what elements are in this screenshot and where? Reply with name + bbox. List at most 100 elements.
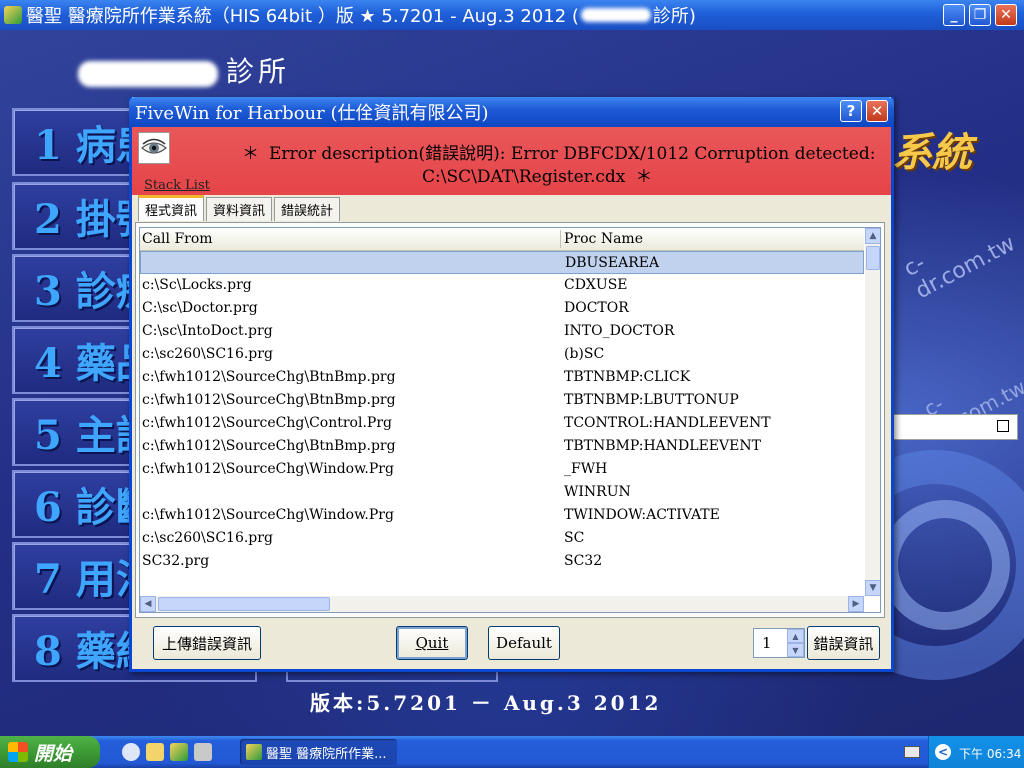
eye-icon	[138, 132, 170, 164]
system-title-graphic: 系統	[892, 129, 972, 176]
column-divider[interactable]	[560, 230, 561, 248]
stack-table: Call From Proc Name DBUSEAREA c:\Sc\Locks…	[139, 227, 881, 613]
horizontal-scroll-thumb[interactable]	[158, 597, 330, 611]
proc-name-cell: CDXUSE	[564, 277, 628, 293]
keyboard-icon[interactable]	[904, 746, 920, 758]
proc-name-cell: DOCTOR	[564, 300, 629, 316]
tab-program-info[interactable]: 程式資訊	[138, 195, 205, 221]
redacted-clinic-name	[580, 8, 651, 22]
proc-name-cell: SC32	[564, 553, 603, 569]
help-button[interactable]: ?	[840, 100, 862, 122]
proc-name-cell: SC	[564, 530, 585, 546]
column-header-call-from[interactable]: Call From	[142, 231, 213, 247]
quit-button-label: Quit	[415, 634, 449, 652]
proc-name-cell: TBTNBMP:CLICK	[564, 369, 691, 385]
table-row[interactable]: c:\fwh1012\SourceChg\Control.Prg TCONTROL…	[140, 412, 864, 435]
dialog-title-bar[interactable]: FiveWin for Harbour (仕佺資訊有限公司) ? ✕	[129, 97, 894, 127]
app-icon	[246, 744, 262, 760]
horizontal-scrollbar[interactable]: ◀ ▶	[140, 596, 864, 612]
call-from-cell: c:\Sc\Locks.prg	[142, 277, 252, 293]
tray-expand-icon[interactable]: <	[935, 744, 951, 760]
call-from-cell: c:\fwh1012\SourceChg\BtnBmp.prg	[142, 392, 396, 408]
tool-icon[interactable]	[194, 743, 212, 761]
app-title-suffix: 診所)	[652, 6, 696, 27]
start-label: 開始	[34, 742, 73, 765]
table-row[interactable]: WINRUN	[140, 481, 864, 504]
table-row[interactable]: C:\sc\Doctor.prg DOCTOR	[140, 297, 864, 320]
table-row[interactable]: c:\fwh1012\SourceChg\BtnBmp.prg TBTNBMP:L…	[140, 389, 864, 412]
app-close-button[interactable]: ✕	[995, 4, 1017, 26]
table-body: DBUSEAREA c:\Sc\Locks.prg CDXUSE C:\sc\Doct…	[140, 251, 864, 573]
proc-name-cell: _FWH	[564, 461, 608, 477]
proc-name-cell: TBTNBMP:HANDLEEVENT	[564, 438, 761, 454]
call-from-cell: c:\fwh1012\SourceChg\Control.Prg	[142, 415, 392, 431]
error-dialog: FiveWin for Harbour (仕佺資訊有限公司) ? ✕ ＊ Erro…	[129, 97, 894, 672]
tab-error-stats[interactable]: 錯誤統計	[274, 197, 341, 221]
maximize-button[interactable]: ❐	[969, 4, 991, 26]
table-header: Call From Proc Name	[140, 228, 864, 251]
call-from-cell: c:\fwh1012\SourceChg\BtnBmp.prg	[142, 438, 396, 454]
table-row[interactable]: c:\Sc\Locks.prg CDXUSE	[140, 274, 864, 297]
scroll-down-icon[interactable]: ▼	[865, 580, 880, 596]
vertical-scroll-thumb[interactable]	[866, 246, 880, 270]
error-info-button[interactable]: 錯誤資訊	[807, 626, 880, 660]
app-title-bar[interactable]: 醫聖 醫療院所作業系統（HIS 64bit ）版 ★ 5.7201 - Aug.…	[0, 0, 1024, 30]
proc-name-cell: TWINDOW:ACTIVATE	[564, 507, 720, 523]
taskbar-item-app[interactable]: 醫聖 醫療院所作業...	[240, 739, 397, 765]
app-shortcut-icon[interactable]	[170, 743, 188, 761]
spin-up-icon[interactable]: ▲	[787, 629, 804, 643]
error-description-text: Error description(錯誤說明): Error DBFCDX/10…	[269, 144, 876, 164]
table-row[interactable]: c:\fwh1012\SourceChg\BtnBmp.prg TBTNBMP:C…	[140, 366, 864, 389]
call-from-cell: c:\fwh1012\SourceChg\BtnBmp.prg	[142, 369, 396, 385]
minimize-button[interactable]: _	[943, 4, 965, 26]
dialog-close-button[interactable]: ✕	[866, 100, 888, 122]
page-spinner[interactable]: 1 ▲ ▼	[753, 628, 805, 658]
table-row[interactable]: c:\sc260\SC16.prg SC	[140, 527, 864, 550]
browser-icon[interactable]	[122, 743, 140, 761]
column-header-proc-name[interactable]: Proc Name	[564, 231, 643, 247]
spinner-value[interactable]: 1	[762, 634, 772, 652]
checkbox-icon[interactable]	[997, 420, 1009, 432]
watermark-url: c-dr.com.tw	[900, 231, 1020, 305]
app-icon	[4, 6, 22, 24]
call-from-cell: c:\sc260\SC16.prg	[142, 530, 273, 546]
clinic-suffix: 診所	[226, 55, 291, 88]
version-label: 版本:5.7201 － Aug.3 2012	[310, 691, 662, 715]
tab-data-info[interactable]: 資料資訊	[206, 197, 273, 221]
star-icon: ＊	[242, 144, 259, 164]
spin-down-icon[interactable]: ▼	[787, 643, 804, 657]
redacted-clinic-name	[78, 60, 218, 87]
vertical-scrollbar[interactable]: ▲ ▼	[865, 228, 880, 596]
side-panel-field[interactable]	[893, 414, 1018, 440]
error-header: ＊ Error description(錯誤說明): Error DBFCDX/1…	[132, 127, 891, 195]
start-button[interactable]: 開始	[0, 736, 100, 768]
table-row[interactable]: DBUSEAREA	[140, 251, 864, 274]
proc-name-cell: INTO_DOCTOR	[564, 323, 675, 339]
table-row[interactable]: SC32.prg SC32	[140, 550, 864, 573]
tab-panel: Call From Proc Name DBUSEAREA c:\Sc\Locks…	[135, 222, 885, 618]
table-row[interactable]: c:\sc260\SC16.prg (b)SC	[140, 343, 864, 366]
upload-error-button[interactable]: 上傳錯誤資訊	[153, 626, 261, 660]
default-button[interactable]: Default	[488, 626, 560, 660]
quit-button[interactable]: Quit	[396, 626, 468, 660]
table-row[interactable]: c:\fwh1012\SourceChg\Window.Prg _FWH	[140, 458, 864, 481]
error-file-path: C:\SC\DAT\Register.cdx ＊	[422, 162, 662, 187]
taskbar-item-label: 醫聖 醫療院所作業...	[266, 746, 387, 762]
system-tray: < 下午 06:34	[928, 736, 1024, 768]
clock[interactable]: 下午 06:34	[959, 745, 1021, 762]
table-row[interactable]: c:\fwh1012\SourceChg\BtnBmp.prg TBTNBMP:H…	[140, 435, 864, 458]
table-row[interactable]: c:\fwh1012\SourceChg\Window.Prg TWINDOW:A…	[140, 504, 864, 527]
scroll-right-icon[interactable]: ▶	[848, 596, 864, 612]
scroll-left-icon[interactable]: ◀	[140, 596, 156, 612]
call-from-cell: SC32.prg	[142, 553, 210, 569]
folder-icon[interactable]	[146, 743, 164, 761]
proc-name-cell: TCONTROL:HANDLEEVENT	[564, 415, 771, 431]
app-title: 醫聖 醫療院所作業系統（HIS 64bit ）版 ★ 5.7201 - Aug.…	[26, 6, 579, 27]
star-icon: ＊	[635, 167, 653, 187]
call-from-cell: c:\fwh1012\SourceChg\Window.Prg	[142, 461, 394, 477]
windows-logo-icon	[8, 742, 28, 762]
scroll-up-icon[interactable]: ▲	[865, 228, 880, 244]
table-row[interactable]: C:\sc\IntoDoct.prg INTO_DOCTOR	[140, 320, 864, 343]
proc-name-cell: WINRUN	[564, 484, 631, 500]
tab-bar: 程式資訊 資料資訊 錯誤統計	[138, 195, 342, 223]
